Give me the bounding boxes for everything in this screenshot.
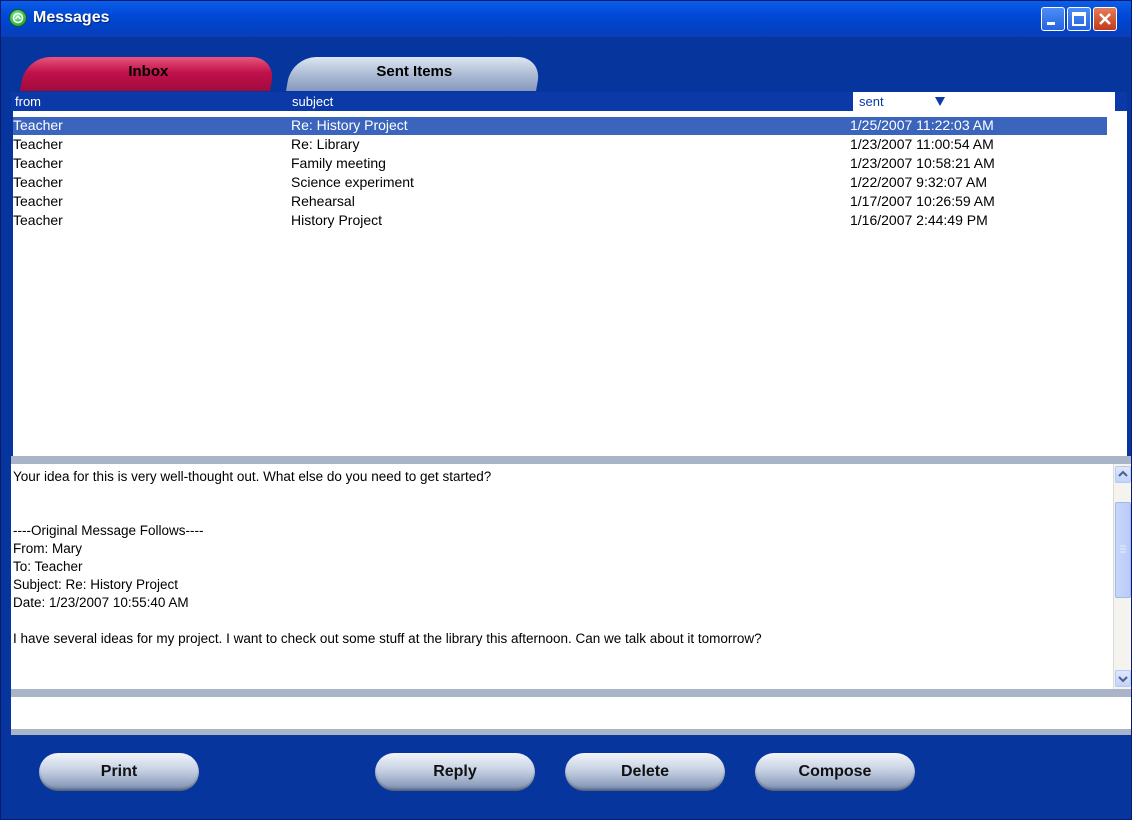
column-header-from[interactable]: from [15, 94, 41, 109]
print-button[interactable]: Print [39, 753, 199, 791]
message-sent: 1/16/2007 2:44:49 PM [850, 212, 988, 228]
message-row[interactable]: Teacher Rehearsal 1/17/2007 10:26:59 AM [13, 193, 1107, 211]
message-from: Teacher [13, 174, 63, 190]
message-sent: 1/22/2007 9:32:07 AM [850, 174, 987, 190]
message-sent: 1/23/2007 11:00:54 AM [850, 136, 994, 152]
message-subject: Rehearsal [291, 193, 355, 209]
tab-sent-items[interactable]: Sent Items [286, 57, 542, 91]
delete-button[interactable]: Delete [565, 753, 725, 791]
message-list-header: from subject sent [11, 92, 1127, 111]
splitter [11, 689, 1131, 697]
compose-button[interactable]: Compose [755, 753, 915, 791]
messages-window: Messages Inbox Sent Items from subject s… [0, 0, 1132, 820]
sort-descending-icon [935, 97, 945, 106]
window-title: Messages [33, 9, 110, 26]
message-from: Teacher [13, 212, 63, 228]
preview-scrollbar[interactable] [1113, 464, 1131, 689]
message-row[interactable]: Teacher Family meeting 1/23/2007 10:58:2… [13, 155, 1107, 173]
maximize-button[interactable] [1067, 7, 1091, 31]
message-subject: Re: History Project [291, 117, 408, 133]
tab-inbox[interactable]: Inbox [20, 57, 276, 91]
column-header-subject[interactable]: subject [292, 94, 333, 109]
message-row[interactable]: Teacher Re: Library 1/23/2007 11:00:54 A… [13, 136, 1107, 154]
chevron-down-icon [1118, 676, 1128, 683]
button-bar: Print Reply Delete Compose [1, 735, 1131, 819]
minimize-button[interactable] [1041, 7, 1065, 31]
scroll-thumb[interactable] [1115, 502, 1131, 598]
message-sent: 1/23/2007 10:58:21 AM [850, 155, 995, 171]
message-row[interactable]: Teacher Science experiment 1/22/2007 9:3… [13, 174, 1107, 192]
reply-button[interactable]: Reply [375, 753, 535, 791]
message-from: Teacher [13, 117, 63, 133]
message-from: Teacher [13, 193, 63, 209]
close-button[interactable] [1093, 7, 1117, 31]
column-header-sent[interactable]: sent [853, 92, 1115, 111]
scroll-down-button[interactable] [1115, 670, 1131, 687]
message-preview-pane[interactable]: Your idea for this is very well-thought … [11, 464, 1131, 689]
message-sent: 1/25/2007 11:22:03 AM [850, 117, 994, 133]
splitter[interactable] [11, 456, 1131, 464]
chevron-up-icon [1118, 470, 1128, 477]
message-subject: Family meeting [291, 155, 386, 171]
message-from: Teacher [13, 155, 63, 171]
title-bar[interactable]: Messages [1, 1, 1131, 37]
message-row[interactable]: Teacher History Project 1/16/2007 2:44:4… [13, 212, 1107, 230]
message-subject: Science experiment [291, 174, 414, 190]
message-list[interactable]: Teacher Re: History Project 1/25/2007 11… [13, 111, 1127, 456]
message-sent: 1/17/2007 10:26:59 AM [850, 193, 995, 209]
column-header-sent-label: sent [859, 94, 884, 109]
message-body: Your idea for this is very well-thought … [13, 469, 762, 646]
message-subject: History Project [291, 212, 383, 228]
messages-app-icon [9, 9, 27, 27]
message-row[interactable]: Teacher Re: History Project 1/25/2007 11… [13, 117, 1107, 135]
message-subject: Re: Library [291, 136, 360, 152]
message-from: Teacher [13, 136, 63, 152]
scroll-up-button[interactable] [1115, 466, 1131, 483]
status-area [11, 697, 1131, 729]
grip-icon [1120, 545, 1126, 553]
